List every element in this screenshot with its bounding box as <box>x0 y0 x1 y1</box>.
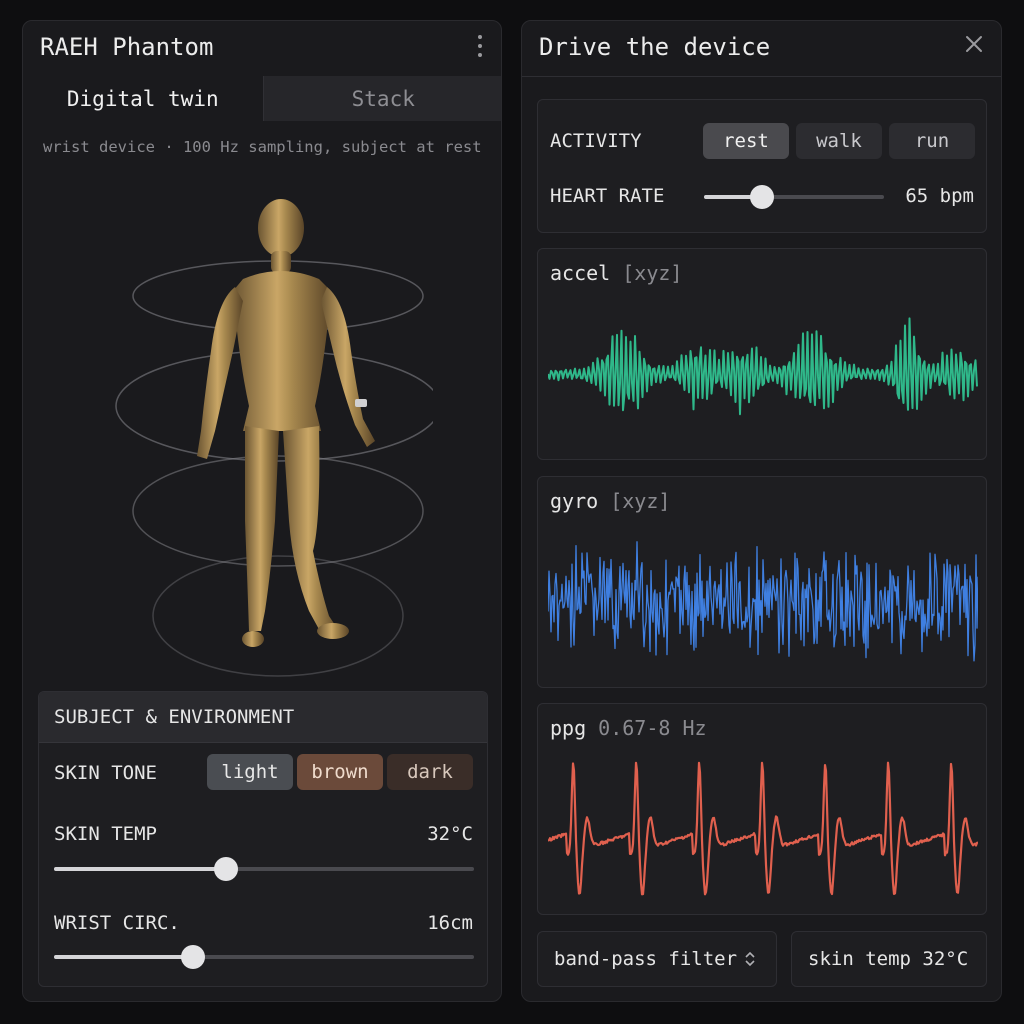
gyro-axes: [xyz] <box>610 489 671 513</box>
band-pass-filter-select[interactable]: band-pass filter <box>537 931 777 987</box>
section-header: SUBJECT & ENVIRONMENT <box>39 692 487 743</box>
skin-tone-light-button[interactable]: light <box>207 754 293 790</box>
heart-rate-slider-thumb[interactable] <box>749 185 774 209</box>
ppg-band: 0.67-8 Hz <box>598 716 707 740</box>
accel-card: accel [xyz] <box>537 248 987 460</box>
gyro-title: gyro [xyz] <box>550 489 670 513</box>
skin-temp-button[interactable]: skin temp 32°C <box>791 931 987 987</box>
heart-rate-value: 65 bpm <box>905 185 974 207</box>
skin-tone-dark-button[interactable]: dark <box>387 754 473 790</box>
accel-axes: [xyz] <box>622 261 683 285</box>
ppg-card: ppg 0.67-8 Hz <box>537 703 987 915</box>
accel-title: accel [xyz] <box>550 261 682 285</box>
accel-name: accel <box>550 261 611 285</box>
activity-run-button[interactable]: run <box>889 123 975 159</box>
wrist-circ-value: 16cm <box>427 912 473 934</box>
skin-tone-label: SKIN TONE <box>54 762 157 784</box>
more-options-icon[interactable] <box>477 35 483 57</box>
human-figure-3d-view[interactable] <box>93 191 433 681</box>
wrist-circ-slider-thumb[interactable] <box>180 945 205 969</box>
device-subtitle: wrist device · 100 Hz sampling, subject … <box>43 138 482 156</box>
panel-title: Drive the device <box>539 33 771 61</box>
tab-stack[interactable]: Stack <box>262 76 501 121</box>
skin-temp-button-label: skin temp 32°C <box>808 948 969 970</box>
body-mannequin <box>197 199 375 647</box>
skin-temp-slider-fill <box>54 867 227 871</box>
up-down-chevron-icon <box>745 951 755 967</box>
divider <box>522 76 1001 77</box>
scan-ring-4 <box>152 555 404 677</box>
skin-temp-slider[interactable] <box>54 857 474 881</box>
scan-ring-3 <box>132 455 424 567</box>
wrist-circ-label: WRIST CIRC. <box>54 912 180 934</box>
filter-label: band-pass filter <box>554 948 738 970</box>
ppg-waveform <box>548 761 978 896</box>
gyro-waveform <box>548 541 978 662</box>
ppg-title: ppg 0.67-8 Hz <box>550 716 707 740</box>
ppg-name: ppg <box>550 716 587 740</box>
tab-digital-twin[interactable]: Digital twin <box>23 76 263 121</box>
skin-tone-brown-button[interactable]: brown <box>297 754 383 790</box>
wrist-circ-slider-fill <box>54 955 193 959</box>
gyro-card: gyro [xyz] <box>537 476 987 688</box>
digital-twin-panel: RAEH Phantom Digital twin Stack wrist de… <box>22 20 502 1002</box>
skin-temp-slider-thumb[interactable] <box>214 857 239 881</box>
heart-rate-slider[interactable] <box>704 185 884 209</box>
accel-waveform <box>548 317 978 416</box>
gyro-signal-line <box>548 541 978 662</box>
panel-title: RAEH Phantom <box>40 33 214 61</box>
wrist-device <box>355 399 367 407</box>
heart-rate-label: HEART RATE <box>550 185 665 207</box>
skin-temp-label: SKIN TEMP <box>54 823 157 845</box>
wrist-circ-slider[interactable] <box>54 945 474 969</box>
tab-bar: Digital twin Stack <box>23 76 501 121</box>
skin-temp-value: 32°C <box>427 823 473 845</box>
activity-walk-button[interactable]: walk <box>796 123 882 159</box>
ppg-signal-line <box>548 761 978 896</box>
activity-label: ACTIVITY <box>550 130 642 152</box>
activity-rest-button[interactable]: rest <box>703 123 789 159</box>
gyro-name: gyro <box>550 489 599 513</box>
section-title: SUBJECT & ENVIRONMENT <box>54 706 295 728</box>
drive-device-panel: Drive the device ACTIVITY rest walk run … <box>521 20 1002 1002</box>
close-icon[interactable] <box>963 33 985 55</box>
subject-environment-section: SUBJECT & ENVIRONMENT SKIN TONE light br… <box>38 691 488 987</box>
device-controls-section: ACTIVITY rest walk run HEART RATE 65 bpm <box>537 99 987 233</box>
accel-signal-line <box>548 317 978 416</box>
